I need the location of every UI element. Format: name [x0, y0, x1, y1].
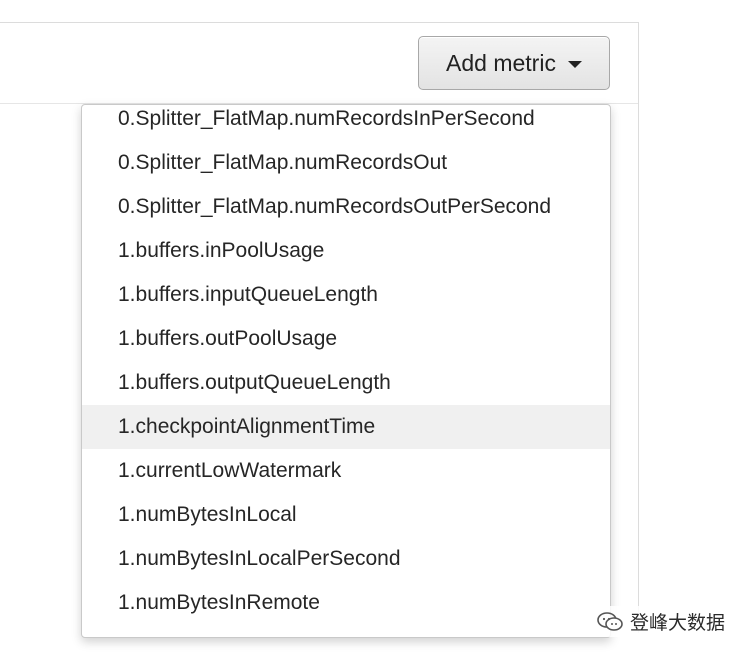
- watermark-text: 登峰大数据: [630, 613, 726, 634]
- watermark: 登峰大数据: [592, 606, 730, 637]
- metric-option[interactable]: 1.numBytesInLocal: [82, 493, 610, 537]
- wechat-icon: [597, 611, 623, 631]
- add-metric-label: Add metric: [446, 49, 556, 76]
- metric-option[interactable]: 1.buffers.inputQueueLength: [82, 273, 610, 317]
- metric-option-highlighted[interactable]: 1.checkpointAlignmentTime: [82, 405, 610, 449]
- metric-option[interactable]: 1.buffers.inPoolUsage: [82, 229, 610, 273]
- add-metric-button[interactable]: Add metric: [418, 36, 610, 90]
- metrics-page: Add metric 0.Splitter_FlatMap.numRecords…: [0, 0, 741, 652]
- metric-option[interactable]: 1.numBytesInRemote: [82, 581, 610, 625]
- metric-option[interactable]: 0.Splitter_FlatMap.numRecordsOutPerSecon…: [82, 185, 610, 229]
- metric-option[interactable]: 1.buffers.outPoolUsage: [82, 317, 610, 361]
- metrics-toolbar: Add metric: [0, 23, 638, 104]
- metric-option[interactable]: 1.buffers.outputQueueLength: [82, 361, 610, 405]
- metric-option-list: 0.Splitter_FlatMap.numRecordsInPerSecond…: [82, 105, 610, 637]
- metric-option[interactable]: 1.currentLowWatermark: [82, 449, 610, 493]
- metric-option[interactable]: 0.Splitter_FlatMap.numRecordsInPerSecond: [82, 105, 610, 141]
- metric-option[interactable]: 0.Splitter_FlatMap.numRecordsOut: [82, 141, 610, 185]
- metric-dropdown-menu[interactable]: 0.Splitter_FlatMap.numRecordsInPerSecond…: [81, 104, 611, 638]
- metric-option[interactable]: 1.numBytesInRemotePerSecond: [82, 625, 610, 637]
- metric-option[interactable]: 1.numBytesInLocalPerSecond: [82, 537, 610, 581]
- caret-down-icon: [567, 60, 582, 68]
